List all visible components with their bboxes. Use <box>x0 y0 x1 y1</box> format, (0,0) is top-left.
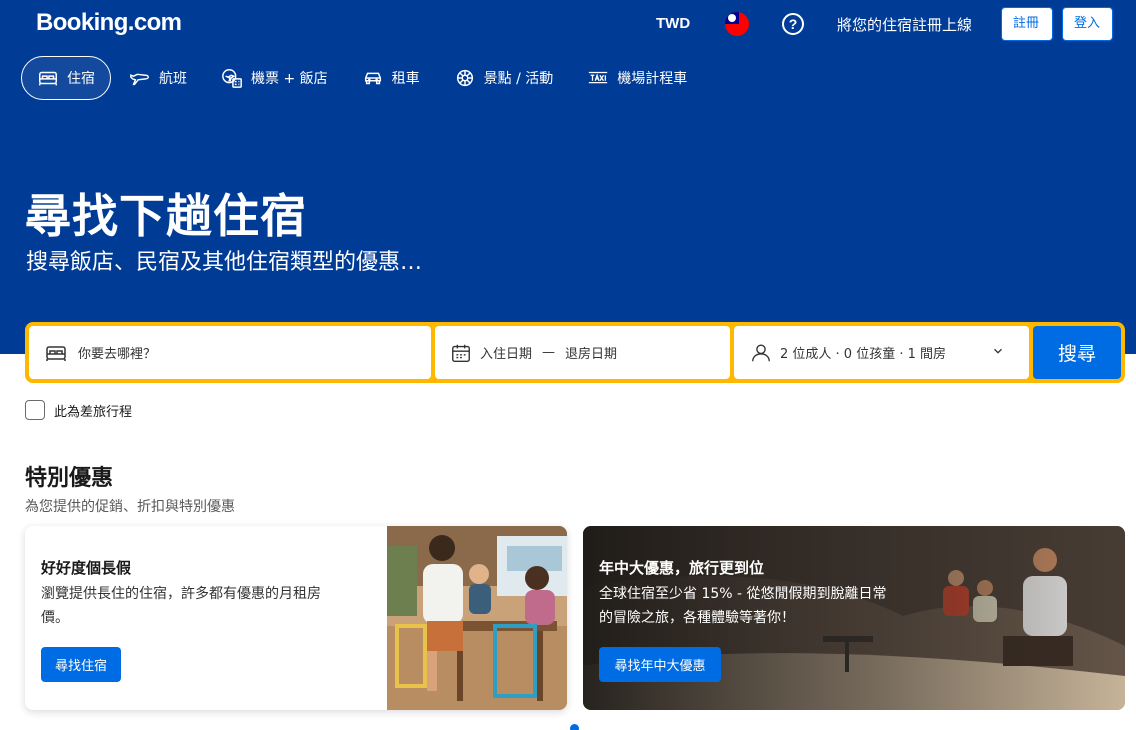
offers-subtitle: 為您提供的促銷、折扣與特別優惠 <box>25 499 235 515</box>
currency-selector[interactable]: TWD <box>656 15 690 32</box>
checkout-date[interactable]: 退房日期 <box>565 343 617 362</box>
nav-item-car-rental[interactable]: 租車 <box>346 56 436 100</box>
chevron-down-icon <box>994 348 1002 354</box>
person-icon <box>752 344 770 361</box>
guests-field[interactable]: 2 位成人 · 0 位孩童 · 1 間房 <box>734 326 1029 379</box>
business-trip-label: 此為差旅行程 <box>54 404 133 420</box>
search-button[interactable]: 搜尋 <box>1033 326 1121 379</box>
nav-item-airport-taxi[interactable]: 機場計程車 <box>571 56 703 100</box>
hero-title: 尋找下趟住宿 <box>25 189 307 243</box>
hero-subtitle: 搜尋飯店、民宿及其他住宿類型的優惠… <box>26 250 423 275</box>
bed-icon <box>46 345 66 361</box>
nav-item-flight-hotel[interactable]: 機票 + 飯店 <box>205 56 344 100</box>
flight-hotel-icon <box>221 67 251 89</box>
nav-item-attractions[interactable]: 景點 / 活動 <box>438 56 570 100</box>
offer-card-title: 年中大優惠，旅行更到位 <box>599 559 765 577</box>
nav-label: 租車 <box>391 71 420 87</box>
list-property-link[interactable]: 將您的住宿註冊上線 <box>837 14 972 35</box>
business-trip-option[interactable]: 此為差旅行程 <box>25 400 132 420</box>
car-icon <box>362 67 392 89</box>
destination-field[interactable]: 你要去哪裡？ <box>29 326 431 379</box>
attraction-icon <box>454 67 484 89</box>
offer-card-long-stays: 好好度個長假 瀏覽提供長住的住宿，許多都有優惠的月租房價。 尋找住宿 <box>25 526 567 710</box>
question-circle-icon[interactable]: ? <box>782 13 804 35</box>
find-stays-button[interactable]: 尋找住宿 <box>41 647 121 682</box>
offer-card-photo <box>387 526 567 710</box>
carousel-dot[interactable] <box>570 724 579 730</box>
register-button[interactable]: 註冊 <box>1001 7 1053 41</box>
offer-card-title: 好好度個長假 <box>41 559 132 577</box>
offer-card-midyear-deals: 年中大優惠，旅行更到位 全球住宿至少省 15% - 從悠閒假期到脫離日常的冒險之… <box>583 526 1125 710</box>
nav-item-stays[interactable]: 住宿 <box>21 56 111 100</box>
taiwan-flag-icon[interactable] <box>725 12 749 36</box>
nav-label: 航班 <box>159 71 187 87</box>
hero-banner: Booking.com TWD ? 將您的住宿註冊上線 註冊 登入 住宿 航班 … <box>0 0 1136 354</box>
offer-card-body: 全球住宿至少省 15% - 從悠閒假期到脫離日常的冒險之旅，各種體驗等著你！ <box>599 586 887 626</box>
date-field[interactable]: 入住日期 — 退房日期 <box>435 326 730 379</box>
taxi-icon <box>587 67 617 89</box>
nav-label: 機票 + 飯店 <box>251 71 328 87</box>
offers-title: 特別優惠 <box>25 466 114 491</box>
booking-logo[interactable]: Booking.com <box>36 9 182 37</box>
calendar-icon <box>452 344 470 362</box>
nav-item-flights[interactable]: 航班 <box>113 56 203 100</box>
bed-icon <box>37 67 67 89</box>
nav-label: 住宿 <box>67 71 95 87</box>
plane-icon <box>129 67 159 89</box>
guests-summary: 2 位成人 · 0 位孩童 · 1 間房 <box>780 347 947 362</box>
nav-label: 機場計程車 <box>617 71 688 87</box>
signin-button[interactable]: 登入 <box>1062 7 1113 41</box>
destination-input[interactable]: 你要去哪裡？ <box>78 343 156 362</box>
find-midyear-deals-button[interactable]: 尋找年中大優惠 <box>599 647 721 682</box>
checkin-date[interactable]: 入住日期 <box>480 343 532 362</box>
product-nav: 住宿 航班 機票 + 飯店 租車 景點 / 活動 機場計程車 <box>21 56 705 100</box>
nav-label: 景點 / 活動 <box>483 71 554 87</box>
offer-card-body: 瀏覽提供長住的住宿，許多都有優惠的月租房價。 <box>41 586 321 626</box>
date-separator: — <box>542 345 556 360</box>
business-trip-checkbox[interactable] <box>25 400 45 420</box>
search-bar: 你要去哪裡？ 入住日期 — 退房日期 2 位成人 · 0 位孩童 · 1 間房 … <box>25 322 1125 383</box>
